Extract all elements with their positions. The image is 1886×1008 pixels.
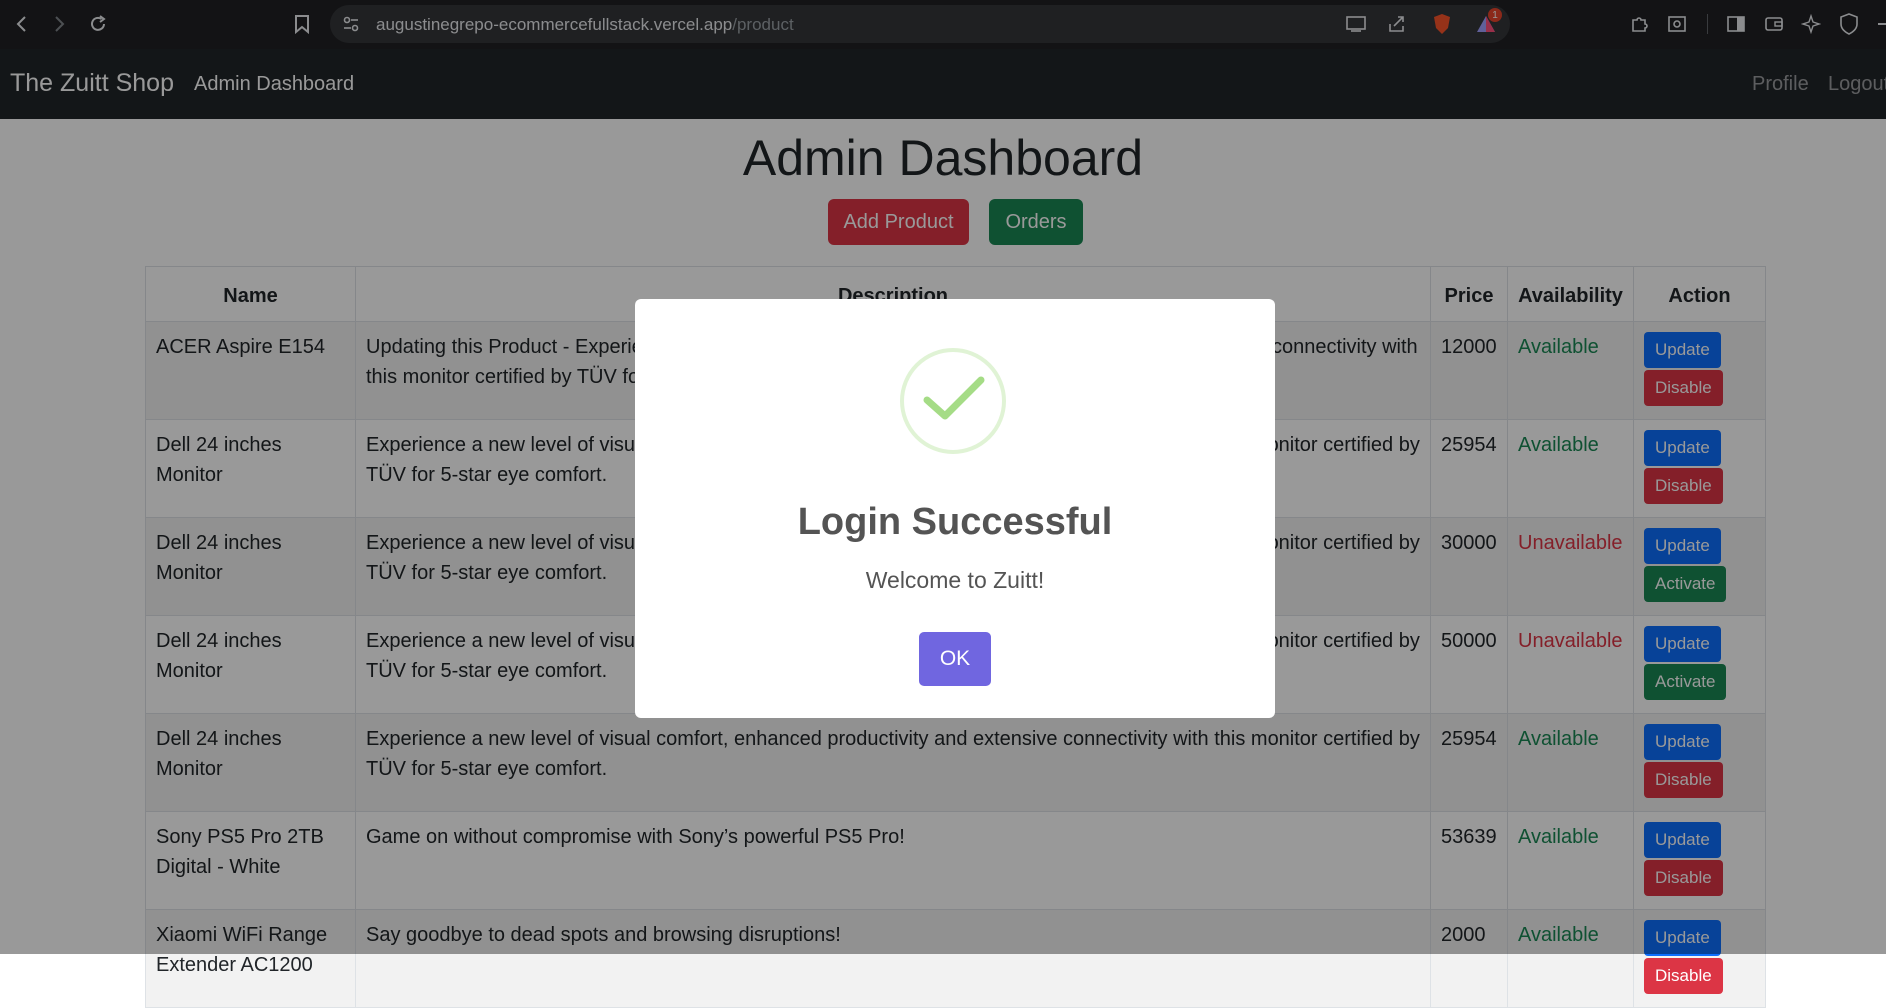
success-icon (900, 348, 1006, 454)
ok-button[interactable]: OK (919, 632, 991, 686)
dialog-message: Welcome to Zuitt! (865, 567, 1045, 593)
dialog-title: Login Successful (797, 501, 1113, 543)
login-success-dialog: Login Successful Welcome to Zuitt! OK (635, 299, 1275, 718)
disable-button[interactable]: Disable (1644, 958, 1723, 994)
